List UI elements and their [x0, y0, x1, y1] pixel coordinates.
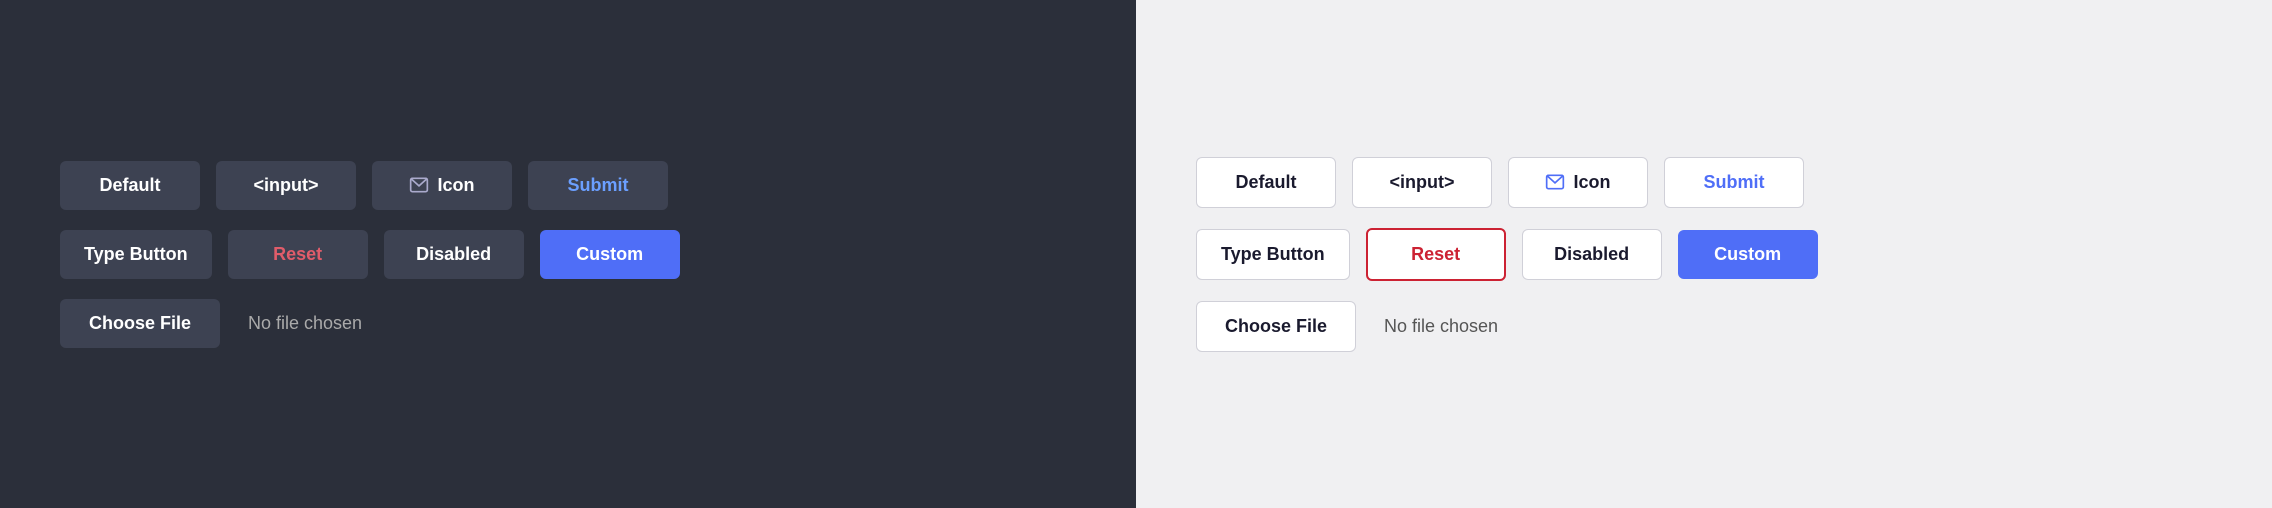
dark-reset-button[interactable]: Reset: [228, 230, 368, 279]
dark-input-button[interactable]: <input>: [216, 161, 356, 210]
dark-type-button[interactable]: Type Button: [60, 230, 212, 279]
dark-disabled-button[interactable]: Disabled: [384, 230, 524, 279]
dark-no-file-text: No file chosen: [248, 313, 362, 334]
light-disabled-button[interactable]: Disabled: [1522, 229, 1662, 280]
light-row-1: Default <input> Icon Submit: [1196, 157, 1804, 208]
light-default-button[interactable]: Default: [1196, 157, 1336, 208]
light-row-3: Choose File No file chosen: [1196, 301, 1498, 352]
light-no-file-text: No file chosen: [1384, 316, 1498, 337]
dark-default-button[interactable]: Default: [60, 161, 200, 210]
light-custom-button[interactable]: Custom: [1678, 230, 1818, 279]
dark-choose-file-button[interactable]: Choose File: [60, 299, 220, 348]
light-reset-button[interactable]: Reset: [1366, 228, 1506, 281]
light-row-2: Type Button Reset Disabled Custom: [1196, 228, 1818, 281]
light-submit-button[interactable]: Submit: [1664, 157, 1804, 208]
light-panel: Default <input> Icon Submit Type Button …: [1136, 0, 2272, 508]
dark-row-1: Default <input> Icon Submit: [60, 161, 668, 210]
dark-custom-button[interactable]: Custom: [540, 230, 680, 279]
light-choose-file-button[interactable]: Choose File: [1196, 301, 1356, 352]
envelope-icon: [409, 175, 429, 195]
dark-submit-button[interactable]: Submit: [528, 161, 668, 210]
dark-row-2: Type Button Reset Disabled Custom: [60, 230, 680, 279]
dark-icon-button[interactable]: Icon: [372, 161, 512, 210]
dark-panel: Default <input> Icon Submit Type Button …: [0, 0, 1136, 508]
light-input-button[interactable]: <input>: [1352, 157, 1492, 208]
envelope-icon: [1545, 172, 1565, 192]
light-type-button[interactable]: Type Button: [1196, 229, 1350, 280]
dark-row-3: Choose File No file chosen: [60, 299, 362, 348]
light-icon-button[interactable]: Icon: [1508, 157, 1648, 208]
